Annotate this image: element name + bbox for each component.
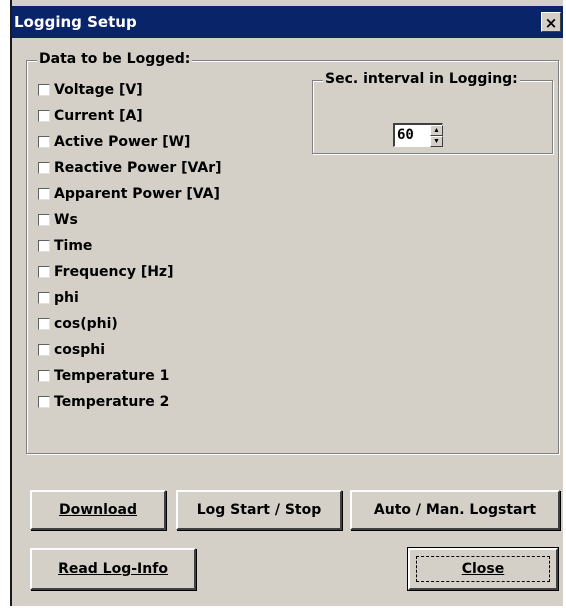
checkbox-current[interactable]: Current [A]: [38, 106, 143, 126]
checkbox-active-power[interactable]: Active Power [W]: [38, 132, 190, 152]
checkbox-label: Active Power [W]: [54, 134, 191, 150]
read-log-info-button[interactable]: Read Log-Info: [30, 548, 196, 590]
close-icon[interactable]: ×: [541, 12, 561, 32]
checkbox-label: Reactive Power [VAr]: [54, 160, 222, 176]
checkbox-label: Ws: [54, 212, 78, 228]
download-button[interactable]: Download: [30, 490, 166, 530]
checkbox-cos-phi[interactable]: cos(phi): [38, 314, 118, 334]
close-button[interactable]: Close: [408, 548, 558, 590]
spin-down-icon[interactable]: ▼: [430, 136, 443, 147]
checkbox-apparent-power[interactable]: Apparent Power [VA]: [38, 184, 220, 204]
checkbox-voltage[interactable]: Voltage [V]: [38, 80, 143, 100]
checkbox-box[interactable]: [38, 84, 50, 96]
title-bar: Logging Setup ×: [12, 6, 563, 38]
interval-group-label: Sec. interval in Logging:: [323, 71, 520, 87]
spin-up-icon[interactable]: ▲: [430, 125, 443, 136]
focus-rect: [416, 556, 550, 582]
checkbox-box[interactable]: [38, 214, 50, 226]
checkbox-box[interactable]: [38, 188, 50, 200]
download-button-label: Download: [58, 502, 138, 518]
checkbox-ws[interactable]: Ws: [38, 210, 78, 230]
checkbox-label: Time: [54, 238, 93, 254]
checkbox-label: Apparent Power [VA]: [54, 186, 220, 202]
checkbox-label: Frequency [Hz]: [54, 264, 174, 280]
checkbox-box[interactable]: [38, 136, 50, 148]
read-log-info-label: Read Log-Info: [58, 561, 168, 577]
checkbox-box[interactable]: [38, 318, 50, 330]
checkbox-temperature-1[interactable]: Temperature 1: [38, 366, 169, 386]
checkbox-box[interactable]: [38, 266, 50, 278]
checkbox-label: cosphi: [54, 342, 106, 358]
checkbox-box[interactable]: [38, 370, 50, 382]
checkbox-box[interactable]: [38, 292, 50, 304]
checkbox-box[interactable]: [38, 110, 50, 122]
checkbox-box[interactable]: [38, 396, 50, 408]
interval-group: Sec. interval in Logging: 60 ▲ ▼: [312, 71, 553, 154]
checkbox-time[interactable]: Time: [38, 236, 92, 256]
checkbox-cosphi[interactable]: cosphi: [38, 340, 105, 360]
checkbox-box[interactable]: [38, 240, 50, 252]
checkbox-frequency[interactable]: Frequency [Hz]: [38, 262, 173, 282]
log-start-stop-label: Log Start / Stop: [196, 502, 322, 518]
logging-setup-dialog: Logging Setup × Data to be Logged: Volta…: [10, 0, 563, 606]
data-group-label: Data to be Logged:: [37, 51, 193, 67]
checkbox-temperature-2[interactable]: Temperature 2: [38, 392, 169, 412]
window-title: Logging Setup: [14, 13, 137, 31]
checkbox-label: phi: [54, 290, 79, 306]
checkbox-label: Temperature 1: [54, 368, 170, 384]
log-start-stop-button[interactable]: Log Start / Stop: [176, 490, 342, 530]
auto-man-logstart-button[interactable]: Auto / Man. Logstart: [350, 490, 560, 530]
checkbox-label: Current [A]: [54, 108, 143, 124]
auto-man-logstart-label: Auto / Man. Logstart: [373, 502, 537, 518]
checkbox-label: Temperature 2: [54, 394, 170, 410]
checkbox-reactive-power[interactable]: Reactive Power [VAr]: [38, 158, 222, 178]
checkbox-phi[interactable]: phi: [38, 288, 79, 308]
checkbox-box[interactable]: [38, 344, 50, 356]
checkbox-box[interactable]: [38, 162, 50, 174]
checkbox-label: cos(phi): [54, 316, 118, 332]
checkbox-label: Voltage [V]: [54, 82, 143, 98]
